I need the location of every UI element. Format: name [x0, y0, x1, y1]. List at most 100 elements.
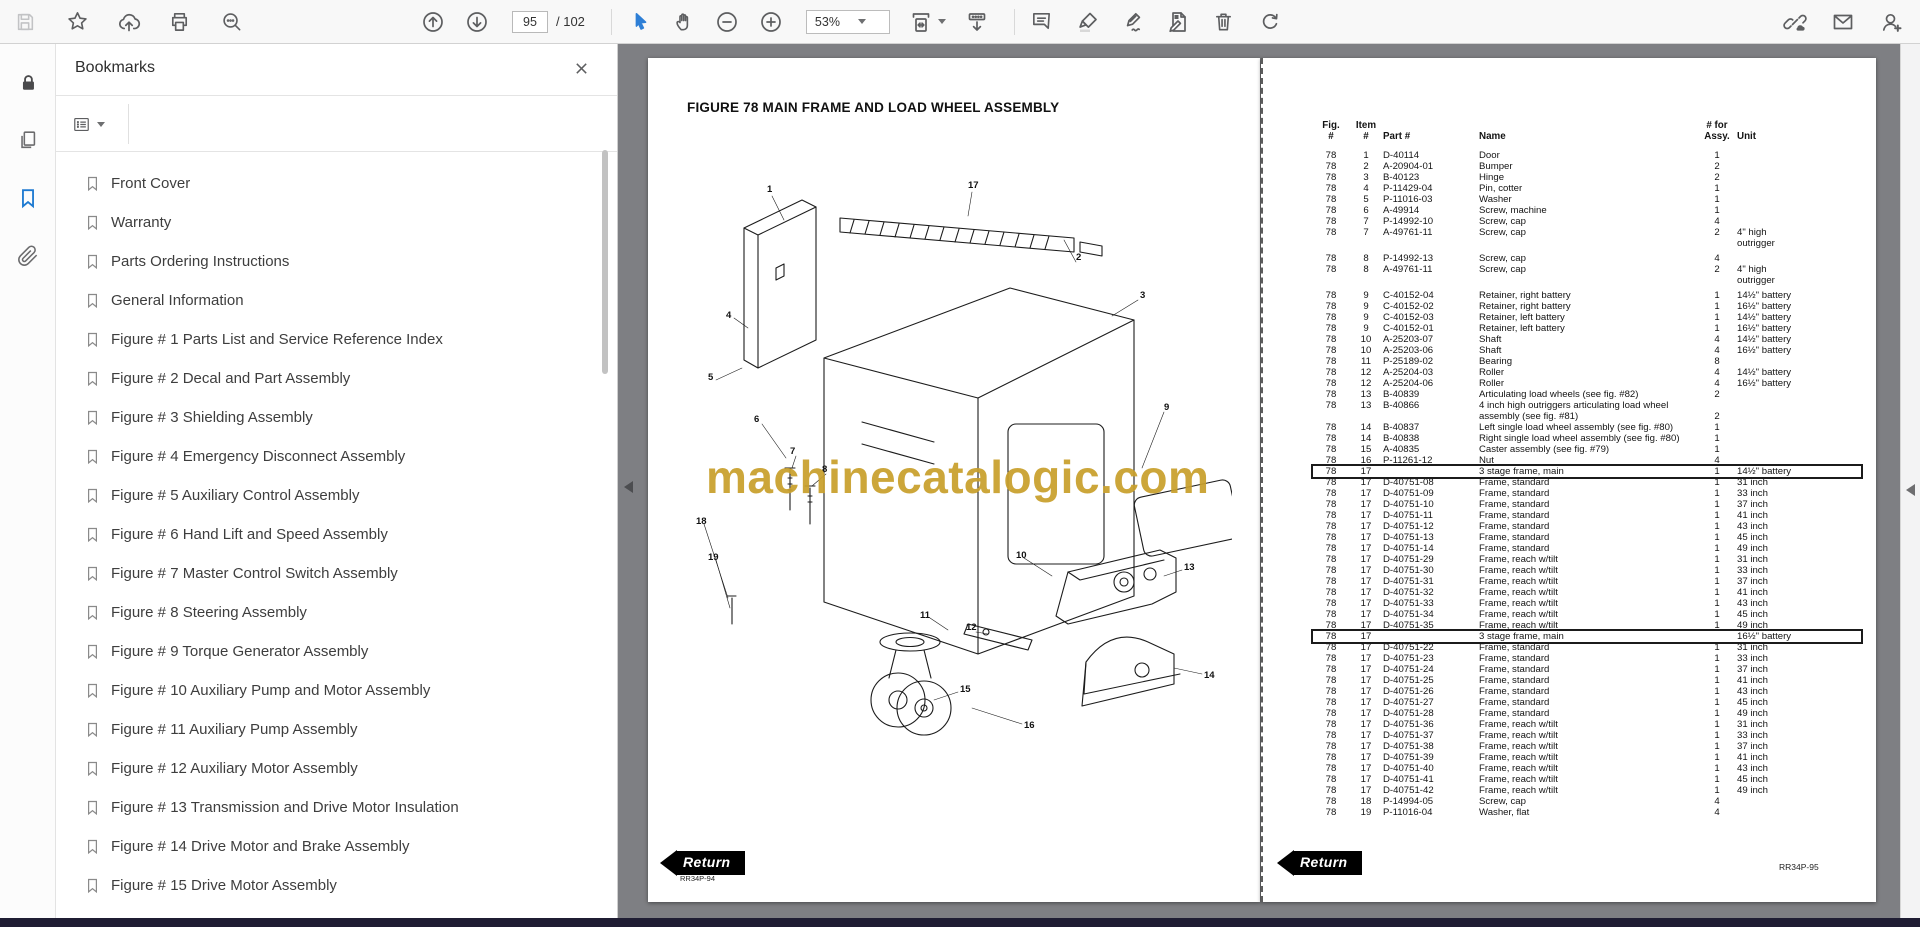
table-row: 78 17 D-40751-13 Frame, standard 1 45 inch	[1325, 532, 1768, 543]
collapse-panel-arrow[interactable]	[624, 481, 633, 493]
figure-title: FIGURE 78 MAIN FRAME AND LOAD WHEEL ASSE…	[687, 100, 1060, 115]
share-link-icon[interactable]	[1782, 9, 1808, 35]
table-header-row: # # Part # Name Assy. Unit	[1328, 131, 1757, 142]
table-row: 78 17 D-40751-39 Frame, reach w/tilt 1 41 inc…	[1325, 752, 1768, 763]
table-row: 78 12 A-25204-03 Roller 4 14½" battery	[1325, 367, 1792, 378]
table-row: 78 17 D-40751-34 Frame, reach w/tilt 1 45 inc…	[1325, 609, 1768, 620]
page-thumbnails-icon[interactable]	[0, 116, 56, 164]
zoom-out-icon[interactable]	[714, 9, 740, 35]
highlighter-icon[interactable]	[1075, 9, 1101, 35]
table-row: 78 17 D-40751-23 Frame, standard 1 33 inch	[1325, 653, 1768, 664]
callout-label: 16	[1024, 720, 1035, 731]
return-button[interactable]: Return	[1277, 850, 1362, 876]
bookmark-item[interactable]: Figure # 15 Drive Motor Assembly	[56, 866, 617, 905]
bookmark-item[interactable]: Figure # 14 Drive Motor and Brake Assemb…	[56, 827, 617, 866]
zoom-in-icon[interactable]	[758, 9, 784, 35]
bookmark-item[interactable]: Warranty	[56, 203, 617, 242]
table-row: 78 17 D-40751-40 Frame, reach w/tilt 1 43 inc…	[1325, 763, 1768, 774]
panel-title: Bookmarks	[75, 59, 156, 76]
sign-icon[interactable]	[1119, 9, 1145, 35]
table-row: 78 17 D-40751-37 Frame, reach w/tilt 1 33 inc…	[1325, 730, 1768, 741]
bookmark-icon	[88, 644, 97, 660]
bookmark-item[interactable]: Figure # 3 Shielding Assembly	[56, 398, 617, 437]
table-row: 78 9 C-40152-03 Retainer, left battery 1 14½"…	[1325, 312, 1792, 323]
bookmark-item[interactable]: Figure # 7 Master Control Switch Assembl…	[56, 554, 617, 593]
page-scroll-icon[interactable]	[964, 9, 990, 35]
bookmark-item[interactable]: Figure # 5 Auxiliary Control Assembly	[56, 476, 617, 515]
lock-icon[interactable]	[0, 58, 56, 106]
parts-table: Fig. Item # for # # Part # Name Assy. Un…	[1313, 120, 1861, 818]
page-number-input[interactable]	[512, 10, 548, 33]
bookmark-label: Parts Ordering Instructions	[111, 253, 290, 270]
bookmark-label: Figure # 3 Shielding Assembly	[111, 409, 313, 426]
callout-label: 4	[726, 310, 732, 321]
bookmark-icon	[88, 254, 97, 270]
expand-tools-arrow[interactable]	[1906, 484, 1915, 496]
bookmark-item[interactable]: Figure # 8 Steering Assembly	[56, 593, 617, 632]
bookmark-item[interactable]: General Information	[56, 281, 617, 320]
bookmark-item[interactable]: Front Cover	[56, 164, 617, 203]
fill-and-sign-icon[interactable]	[1165, 9, 1191, 35]
table-row: 78 19 P-11016-04 Washer, flat 4	[1325, 807, 1720, 818]
bookmark-icon	[88, 176, 97, 192]
page-up-icon[interactable]	[420, 9, 446, 35]
table-row: 78 12 A-25204-06 Roller 4 16½" battery	[1325, 378, 1792, 389]
return-button[interactable]: Return	[660, 850, 745, 876]
hand-tool-icon[interactable]	[672, 9, 698, 35]
table-row: 78 15 A-40835 Caster assembly (see fig. #79…	[1325, 444, 1720, 455]
print-icon[interactable]	[166, 9, 192, 35]
email-icon[interactable]	[1830, 9, 1856, 35]
table-row: 78 17 D-40751-35 Frame, reach w/tilt 1 49 inc…	[1325, 620, 1768, 631]
share-upload-icon[interactable]	[116, 9, 142, 35]
bookmark-item[interactable]: Figure # 13 Transmission and Drive Motor…	[56, 788, 617, 827]
bookmark-item[interactable]: Figure # 4 Emergency Disconnect Assembly	[56, 437, 617, 476]
parts-table-body: 78 1 D-40114 Door 1 78 2 A-20904-01 Bumper 2 78 3 B-…	[1313, 150, 1861, 818]
bookmark-label: Figure # 2 Decal and Part Assembly	[111, 370, 351, 387]
close-icon[interactable]	[571, 58, 591, 78]
panel-scrollbar[interactable]	[602, 150, 608, 374]
table-row: 78 17 D-40751-41 Frame, reach w/tilt 1 45 inc…	[1325, 774, 1768, 785]
table-row: 78 3 B-40123 Hinge 2	[1325, 172, 1720, 183]
fit-width-icon[interactable]	[908, 9, 934, 35]
redo-icon[interactable]	[1257, 9, 1283, 35]
table-row: 78 17 D-40751-24 Frame, standard 1 37 inch	[1325, 664, 1768, 675]
attachments-icon[interactable]	[0, 232, 56, 280]
bookmark-item[interactable]: Figure # 1 Parts List and Service Refere…	[56, 320, 617, 359]
bookmark-item[interactable]: Parts Ordering Instructions	[56, 242, 617, 281]
save-icon[interactable]	[12, 9, 38, 35]
select-tool-icon[interactable]	[628, 9, 654, 35]
bookmark-icon	[88, 488, 97, 504]
table-row: 78 4 P-11429-04 Pin, cotter 1	[1325, 183, 1720, 194]
trash-icon[interactable]	[1211, 9, 1237, 35]
table-row: 78 17 D-40751-12 Frame, standard 1 43 inch	[1325, 521, 1768, 532]
watermark: machinecatalogic.com	[706, 451, 1210, 503]
tools-panel-strip[interactable]	[1900, 44, 1920, 919]
add-account-icon[interactable]	[1878, 9, 1904, 35]
bookmark-item[interactable]: Figure # 2 Decal and Part Assembly	[56, 359, 617, 398]
bookmark-item[interactable]: Figure # 6 Hand Lift and Speed Assembly	[56, 515, 617, 554]
table-row: 78 17 D-40751-29 Frame, reach w/tilt 1 31 inc…	[1325, 554, 1768, 565]
return-arrow-icon	[1277, 850, 1294, 876]
table-row: 78 17 D-40751-36 Frame, reach w/tilt 1 31 inc…	[1325, 719, 1768, 730]
table-row: 78 17 D-40751-42 Frame, reach w/tilt 1 49 inc…	[1325, 785, 1768, 796]
bookmark-options-button[interactable]	[68, 110, 112, 138]
bookmark-label: Warranty	[111, 214, 172, 231]
search-icon[interactable]	[218, 9, 244, 35]
page-down-icon[interactable]	[464, 9, 490, 35]
zoom-level-select[interactable]: 53%	[805, 9, 890, 34]
bookmark-icon	[88, 215, 97, 231]
callout-label: 6	[754, 414, 759, 425]
table-row: 78 5 P-11016-03 Washer 1	[1325, 194, 1720, 205]
bookmark-item[interactable]: Figure # 12 Auxiliary Motor Assembly	[56, 749, 617, 788]
bookmark-icon	[88, 293, 97, 309]
star-icon[interactable]	[64, 9, 90, 35]
bookmarks-panel-icon[interactable]	[0, 174, 56, 222]
bookmark-item[interactable]: Figure # 9 Torque Generator Assembly	[56, 632, 617, 671]
bookmark-item[interactable]: Figure # 11 Auxiliary Pump Assembly	[56, 710, 617, 749]
caret-down-icon[interactable]	[937, 19, 946, 24]
comment-icon[interactable]	[1029, 9, 1055, 35]
bookmark-label: Figure # 12 Auxiliary Motor Assembly	[111, 760, 358, 777]
bookmark-icon	[88, 332, 97, 348]
bookmark-item[interactable]: Figure # 10 Auxiliary Pump and Motor Ass…	[56, 671, 617, 710]
bookmarks-panel-header: Bookmarks	[56, 44, 617, 96]
